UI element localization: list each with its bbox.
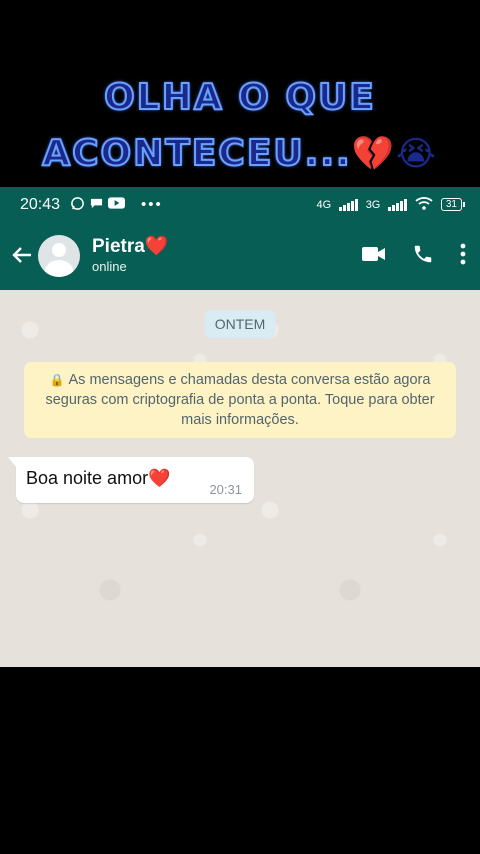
video-call-icon[interactable] xyxy=(362,246,386,267)
contact-status: online xyxy=(92,259,127,274)
caption-line-2-text: ACONTECEU... xyxy=(41,132,352,175)
message-text: Boa noite amor❤️ xyxy=(26,468,171,489)
contact-name: Pietra❤️ xyxy=(92,236,168,258)
avatar[interactable] xyxy=(38,235,80,277)
broken-heart-emoji: 💔 xyxy=(351,134,397,174)
crying-face-emoji: 😭 xyxy=(396,134,438,174)
youtube-icon xyxy=(108,197,126,212)
network-4g-label: 4G xyxy=(316,198,332,211)
header-actions xyxy=(362,243,466,270)
chat-bubble-icon xyxy=(89,197,104,213)
message-heart-emoji: ❤️ xyxy=(148,468,171,488)
contact-info[interactable]: Pietra❤️ online xyxy=(92,236,168,276)
encryption-notice-text: As mensagens e chamadas desta conversa e… xyxy=(45,372,435,428)
video-caption: OLHA O QUE ACONTECEU...💔😭 xyxy=(0,70,480,182)
back-arrow-icon[interactable] xyxy=(8,241,36,272)
signal-icon xyxy=(339,198,358,211)
status-right-group: 4G 3G 31 xyxy=(316,196,466,213)
menu-kebab-icon[interactable] xyxy=(460,243,466,270)
date-chip: ONTEM xyxy=(204,310,276,338)
chat-header: Pietra❤️ online xyxy=(0,222,480,290)
status-time: 20:43 xyxy=(20,195,61,213)
contact-name-text: Pietra xyxy=(92,236,145,257)
lock-icon: 🔒 xyxy=(49,373,65,387)
phone-call-icon[interactable] xyxy=(412,243,434,270)
message-time: 20:31 xyxy=(209,482,242,497)
message-bubble[interactable]: Boa noite amor❤️ 20:31 xyxy=(8,457,254,503)
signal-icon-2 xyxy=(388,198,407,211)
encryption-notice[interactable]: 🔒 As mensagens e chamadas desta conversa … xyxy=(24,362,456,438)
status-bar: 20:43 ••• 4G 3G 31 xyxy=(0,187,480,222)
more-dots-icon: ••• xyxy=(141,196,163,213)
red-heart-emoji: ❤️ xyxy=(144,236,169,257)
battery-icon: 31 xyxy=(440,198,466,211)
chat-area[interactable]: ONTEM 🔒 As mensagens e chamadas desta con… xyxy=(0,290,480,667)
whatsapp-icon xyxy=(70,196,85,214)
caption-line-1: OLHA O QUE xyxy=(103,76,376,119)
wifi-icon xyxy=(415,196,433,213)
phone-screen: 20:43 ••• 4G 3G 31 Pietra❤️ online ONTEM… xyxy=(0,187,480,667)
network-3g-label: 3G xyxy=(365,198,381,211)
message-text-body: Boa noite amor xyxy=(26,468,149,488)
caption-line-2: ACONTECEU...💔😭 xyxy=(0,126,480,182)
